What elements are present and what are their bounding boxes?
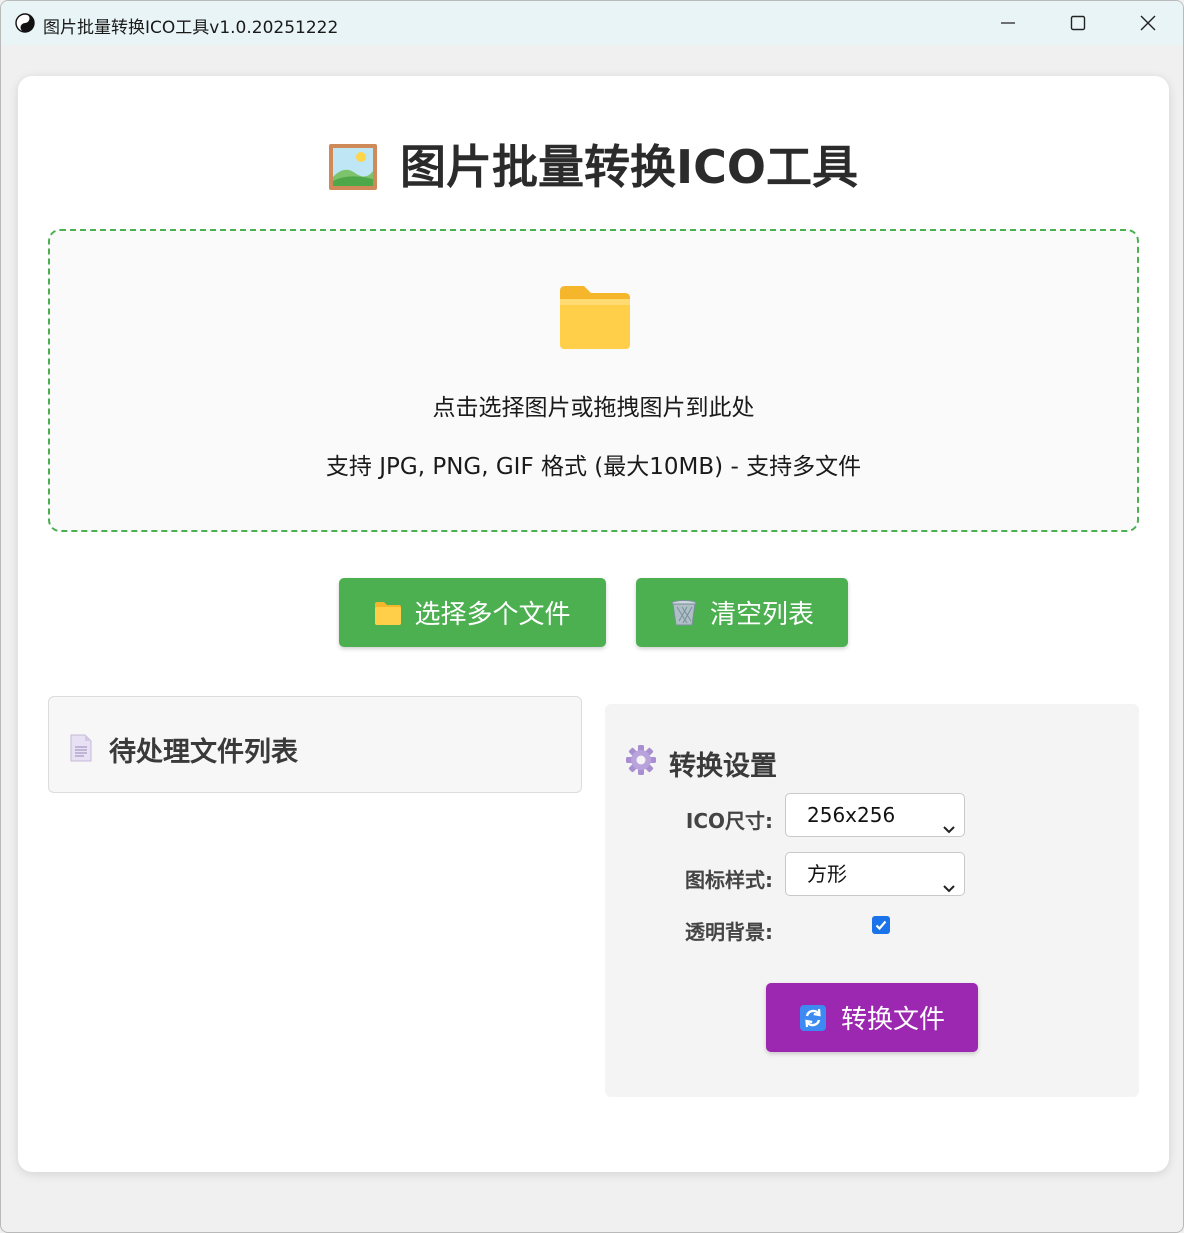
select-files-button[interactable]: 选择多个文件 bbox=[339, 578, 606, 647]
settings-title: 转换设置 bbox=[669, 751, 777, 782]
drop-zone[interactable]: 点击选择图片或拖拽图片到此处 支持 JPG, PNG, GIF 格式 (最大10… bbox=[48, 229, 1139, 532]
file-list-panel: 待处理文件列表 bbox=[48, 696, 582, 793]
settings-panel: 转换设置 ICO尺寸: 256x256 图标样式: 方形 透明背景: 转换文件 bbox=[605, 704, 1139, 1097]
clear-list-label: 清空列表 bbox=[709, 600, 814, 630]
icon-style-label: 图标样式: bbox=[685, 868, 773, 892]
chevron-down-icon bbox=[942, 809, 956, 851]
drop-zone-secondary-text: 支持 JPG, PNG, GIF 格式 (最大10MB) - 支持多文件 bbox=[325, 454, 862, 480]
app-window: 图片批量转换ICO工具v1.0.20251222 图片批量转换ICO工具 点击选… bbox=[0, 0, 1184, 1233]
convert-label: 转换文件 bbox=[840, 1005, 945, 1035]
ico-size-select[interactable]: 256x256 bbox=[785, 793, 965, 837]
convert-button[interactable]: 转换文件 bbox=[766, 983, 978, 1052]
chevron-down-icon bbox=[942, 868, 956, 910]
icon-style-value: 方形 bbox=[807, 862, 847, 886]
icon-style-select[interactable]: 方形 bbox=[785, 852, 965, 896]
window-title: 图片批量转换ICO工具v1.0.20251222 bbox=[43, 18, 339, 38]
drop-zone-primary-text: 点击选择图片或拖拽图片到此处 bbox=[432, 395, 755, 421]
transparent-bg-checkbox[interactable] bbox=[872, 916, 890, 934]
minimize-button[interactable] bbox=[973, 1, 1043, 45]
file-list-title: 待处理文件列表 bbox=[109, 737, 298, 768]
framed-picture-icon bbox=[328, 143, 378, 202]
clear-list-button[interactable]: 清空列表 bbox=[636, 578, 848, 647]
minimize-icon bbox=[1001, 22, 1015, 24]
maximize-button[interactable] bbox=[1043, 1, 1113, 45]
ico-size-value: 256x256 bbox=[807, 803, 896, 827]
document-icon bbox=[69, 734, 93, 767]
checkmark-icon bbox=[875, 920, 887, 931]
ico-size-label: ICO尺寸: bbox=[685, 809, 773, 833]
refresh-icon bbox=[799, 1004, 827, 1032]
gear-icon bbox=[625, 744, 657, 781]
transparent-bg-label: 透明背景: bbox=[685, 920, 773, 944]
select-files-label: 选择多个文件 bbox=[414, 600, 571, 630]
maximize-icon bbox=[1070, 15, 1086, 31]
folder-icon bbox=[374, 600, 402, 626]
yin-yang-icon bbox=[15, 13, 35, 33]
page-title-text: 图片批量转换ICO工具 bbox=[400, 140, 858, 194]
folder-icon bbox=[558, 283, 632, 356]
wastebasket-icon bbox=[670, 599, 698, 627]
close-icon bbox=[1140, 15, 1156, 31]
page-title: 图片批量转换ICO工具 bbox=[1, 131, 1183, 202]
title-bar[interactable]: 图片批量转换ICO工具v1.0.20251222 bbox=[1, 1, 1183, 45]
close-button[interactable] bbox=[1113, 1, 1183, 45]
